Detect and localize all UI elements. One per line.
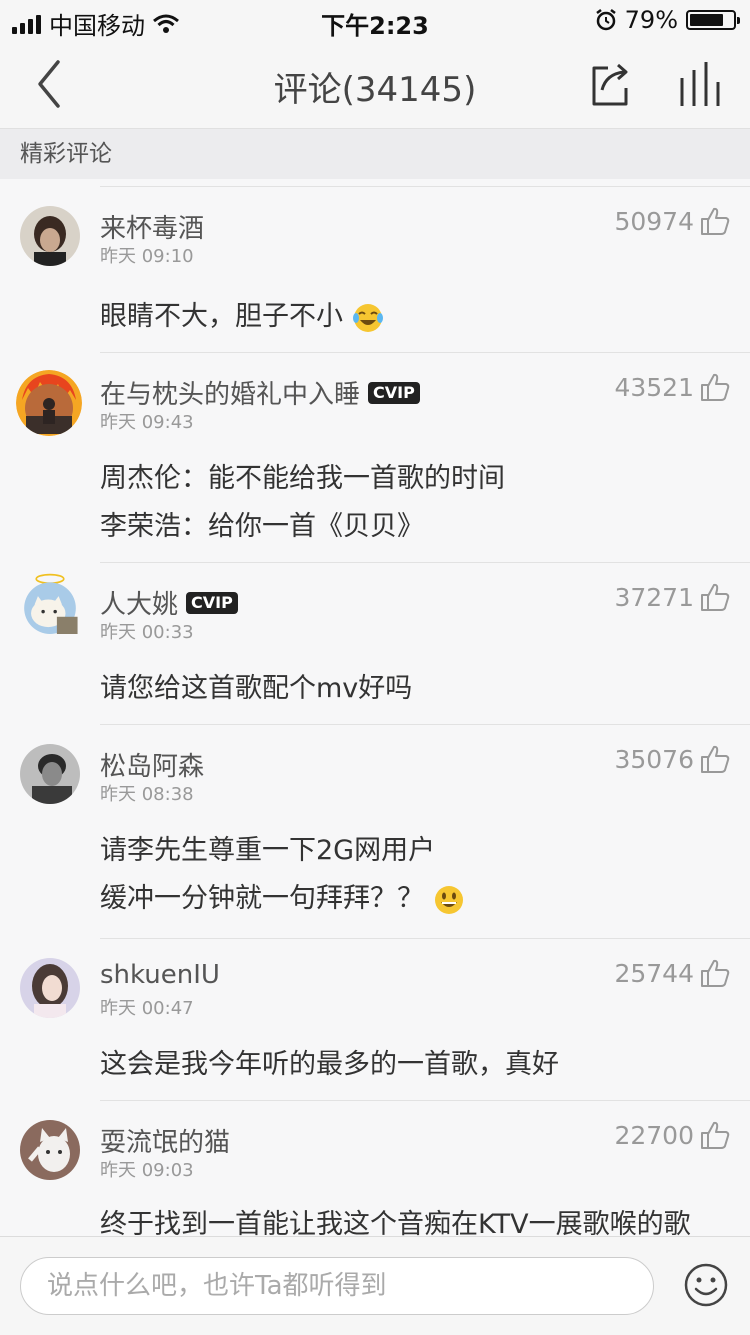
like-button[interactable]: 22700 (614, 1120, 730, 1150)
avatar[interactable] (20, 1120, 80, 1180)
like-count: 22700 (614, 1120, 694, 1150)
comment-text: 周杰伦：能不能给我一首歌的时间 (100, 463, 505, 494)
comment-input[interactable]: 说点什么吧，也许Ta都听得到 (20, 1257, 654, 1315)
comment-username[interactable]: shkuenIU (100, 960, 220, 990)
status-right: 79% (595, 6, 740, 34)
comment-text: 终于找到一首能让我这个音痴在KTV一展歌喉的歌 (100, 1209, 691, 1236)
like-button[interactable]: 37271 (614, 582, 730, 612)
like-count: 50974 (614, 206, 694, 236)
divider (100, 352, 750, 353)
thumbs-up-icon[interactable] (700, 958, 730, 988)
thumbs-up-icon[interactable] (700, 372, 730, 402)
comment-list[interactable]: 来杯毒酒 昨天 09:10 50974 眼睛不大，胆子不小 在与枕头的婚礼中入睡… (0, 186, 750, 1236)
alarm-icon (595, 9, 616, 31)
grinning-emoji (434, 885, 463, 914)
comment-username[interactable]: 耍流氓的猫 (100, 1122, 230, 1159)
comment-time: 昨天 00:47 (100, 998, 194, 1019)
comment-time: 昨天 09:03 (100, 1160, 194, 1181)
equalizer-icon[interactable] (678, 60, 726, 108)
comment-time: 昨天 09:10 (100, 246, 194, 267)
like-count: 25744 (614, 958, 694, 988)
battery-percent: 79% (624, 6, 678, 34)
tears-of-joy-emoji (352, 303, 383, 332)
comment-item: 松岛阿森 昨天 08:38 35076 请李先生尊重一下2G网用户 缓冲一分钟就… (0, 724, 750, 938)
like-count: 37271 (614, 582, 694, 612)
section-header: 精彩评论 (0, 129, 750, 179)
thumbs-up-icon[interactable] (700, 744, 730, 774)
comment-time: 昨天 09:43 (100, 412, 194, 433)
vip-badge: CVIP (368, 381, 420, 404)
comment-text: 请您给这首歌配个mv好吗 (100, 673, 413, 704)
avatar[interactable] (16, 370, 82, 436)
comment-username[interactable]: 松岛阿森 (100, 746, 204, 783)
like-count: 35076 (614, 744, 694, 774)
vip-badge: CVIP (186, 591, 238, 614)
comment-item: 耍流氓的猫 昨天 09:03 22700 终于找到一首能让我这个音痴在KTV一展… (0, 1100, 750, 1236)
comment-item: 在与枕头的婚礼中入睡 CVIP 昨天 09:43 43521 周杰伦：能不能给我… (0, 352, 750, 562)
comment-text: 请李先生尊重一下2G网用户 (100, 835, 436, 866)
comment-username[interactable]: 在与枕头的婚礼中入睡 CVIP (100, 374, 420, 411)
comment-text: 这会是我今年听的最多的一首歌，真好 (100, 1049, 559, 1080)
comment-item: 来杯毒酒 昨天 09:10 50974 眼睛不大，胆子不小 (0, 186, 750, 352)
avatar[interactable] (18, 572, 82, 634)
share-icon[interactable] (588, 60, 634, 108)
avatar[interactable] (20, 958, 80, 1018)
divider (100, 724, 750, 725)
nav-bar: 评论(34145) (0, 40, 750, 129)
thumbs-up-icon[interactable] (700, 1120, 730, 1150)
comment-item: shkuenIU 昨天 00:47 25744 这会是我今年听的最多的一首歌，真… (0, 938, 750, 1100)
status-bar: 中国移动 下午2:23 79% (0, 0, 750, 40)
avatar[interactable] (20, 206, 80, 266)
thumbs-up-icon[interactable] (700, 582, 730, 612)
comment-text: 缓冲一分钟就一句拜拜？？ (100, 876, 465, 916)
page-title: 评论(34145) (273, 70, 477, 110)
smile-icon[interactable] (684, 1263, 728, 1307)
comment-text: 眼睛不大，胆子不小 (100, 294, 384, 334)
like-button[interactable]: 35076 (614, 744, 730, 774)
like-count: 43521 (614, 372, 694, 402)
comment-time: 昨天 08:38 (100, 784, 194, 805)
divider (100, 938, 750, 939)
comment-composer: 说点什么吧，也许Ta都听得到 (0, 1236, 750, 1335)
thumbs-up-icon[interactable] (700, 206, 730, 236)
comment-time: 昨天 00:33 (100, 622, 194, 643)
divider (100, 1100, 750, 1101)
battery-icon (686, 10, 740, 30)
comment-item: 人大姚 CVIP 昨天 00:33 37271 请您给这首歌配个mv好吗 (0, 562, 750, 724)
like-button[interactable]: 43521 (614, 372, 730, 402)
like-button[interactable]: 25744 (614, 958, 730, 988)
like-button[interactable]: 50974 (614, 206, 730, 236)
avatar[interactable] (20, 744, 80, 804)
comment-text: 李荣浩：给你一首《贝贝》 (100, 511, 424, 542)
comment-username[interactable]: 人大姚 CVIP (100, 584, 238, 621)
divider (100, 562, 750, 563)
divider (100, 186, 750, 187)
comment-username[interactable]: 来杯毒酒 (100, 208, 204, 245)
